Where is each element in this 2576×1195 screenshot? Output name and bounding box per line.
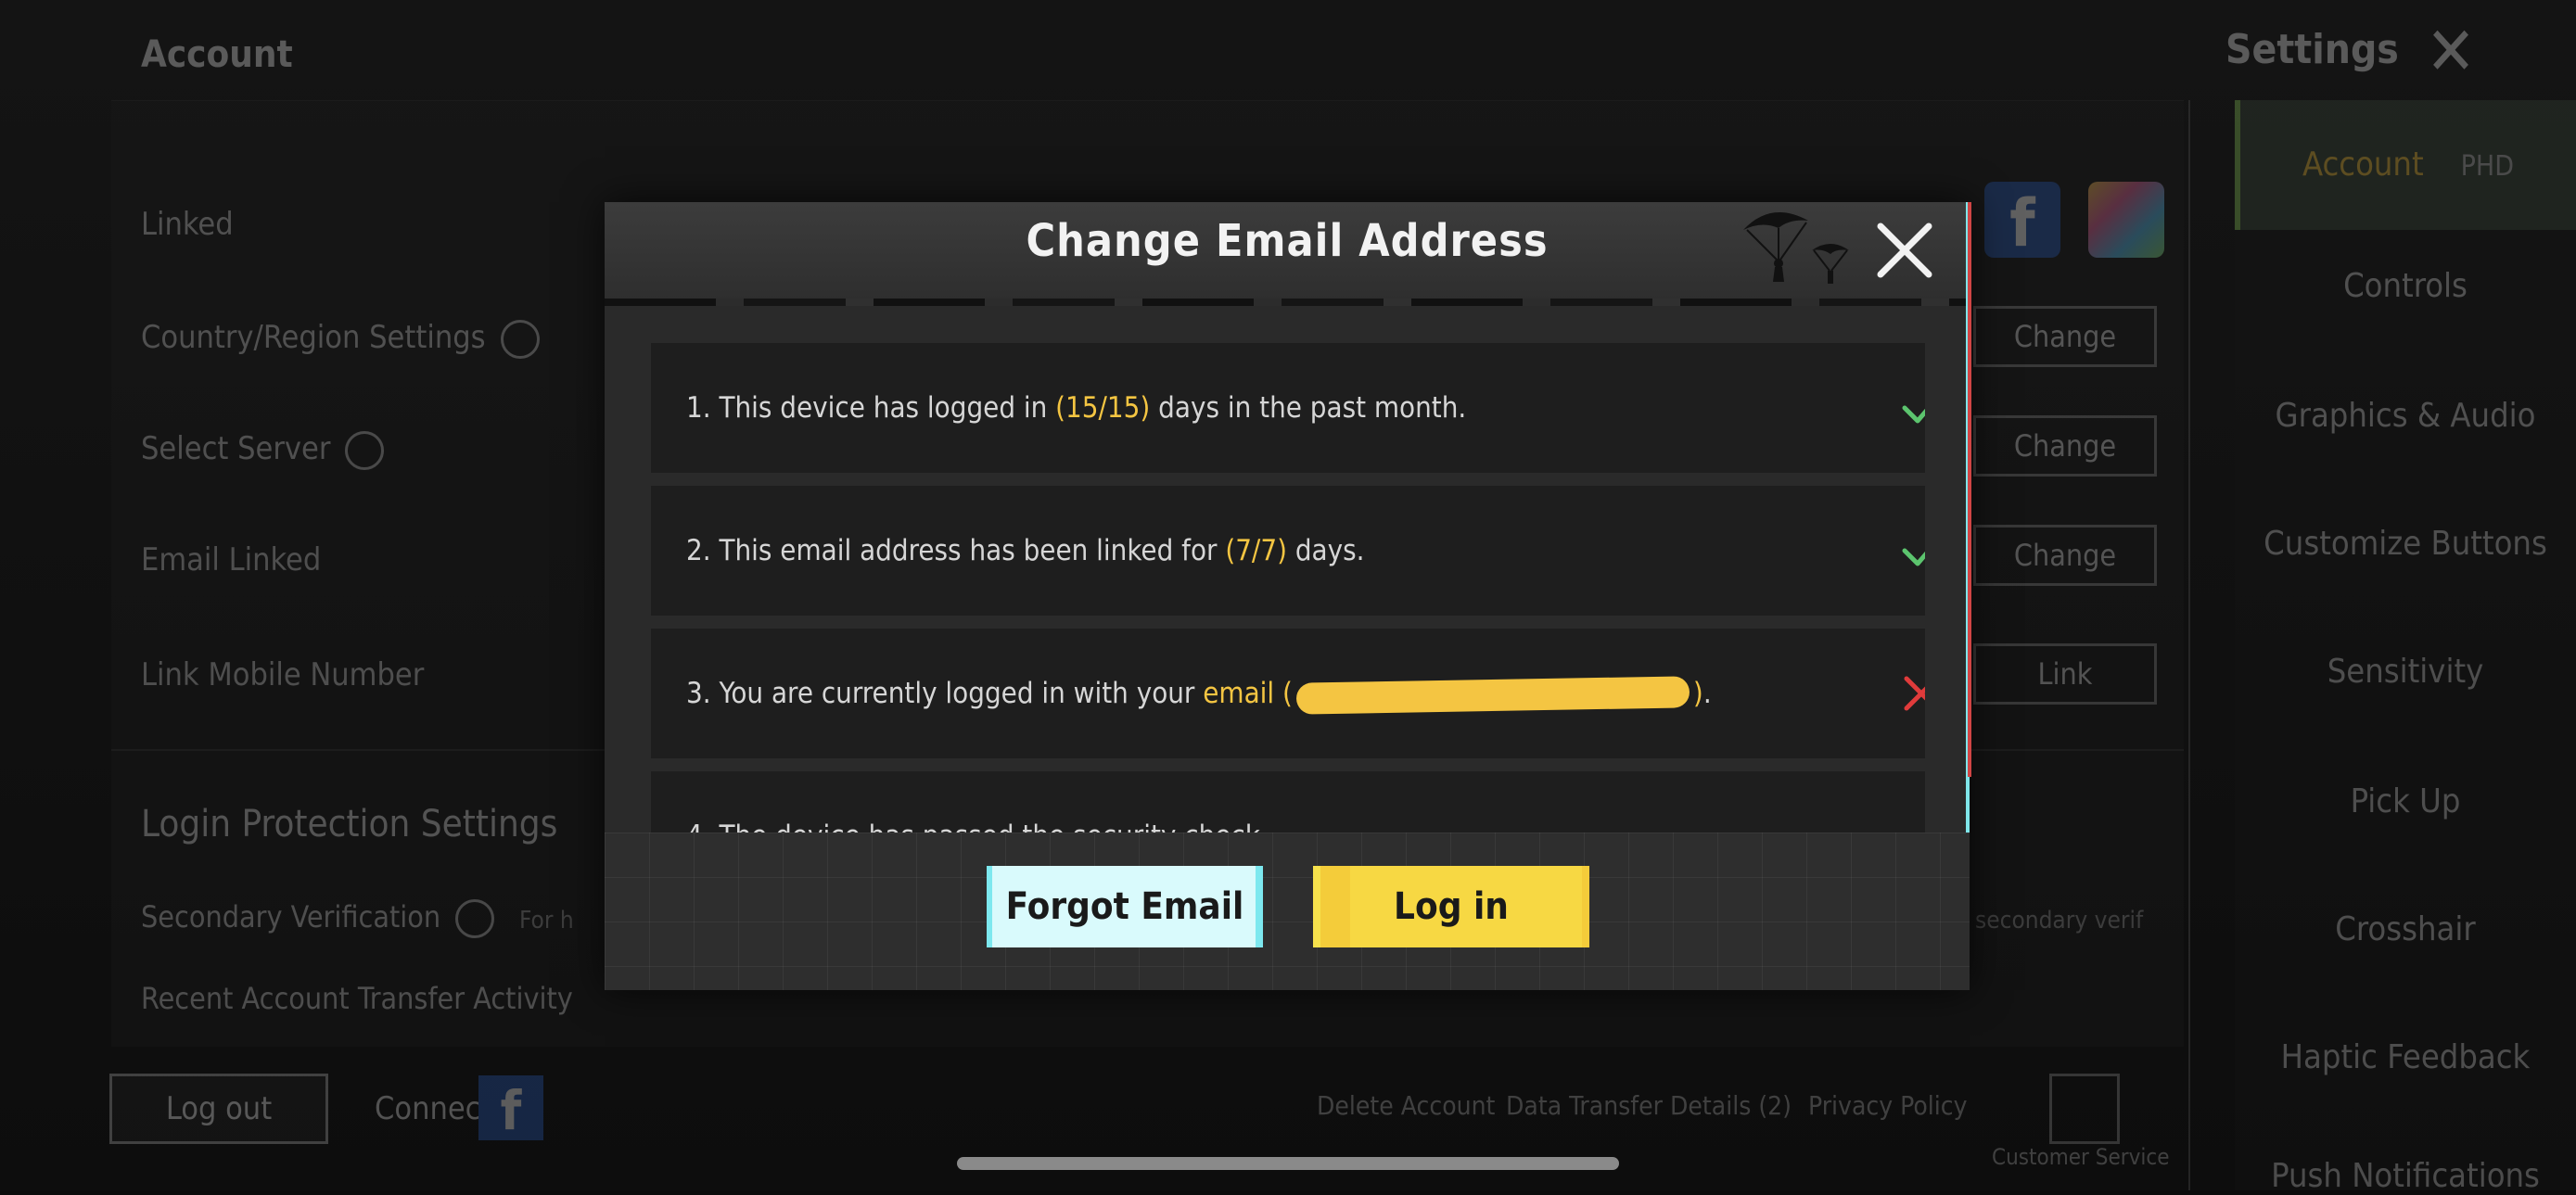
row-mobile: Link Mobile Number: [141, 656, 424, 693]
sidebar-item-sensitivity[interactable]: Sensitivity: [2235, 653, 2576, 691]
privacy-policy-link[interactable]: Privacy Policy: [1808, 1090, 1968, 1121]
requirement-text: 2. This email address has been linked fo…: [686, 486, 1365, 616]
check-icon: [1902, 548, 1925, 566]
requirement-item: 2. This email address has been linked fo…: [651, 486, 1925, 616]
link-button[interactable]: Link: [1973, 643, 2157, 705]
login-button[interactable]: Log in: [1313, 866, 1589, 947]
requirements-list[interactable]: 1. This device has logged in (15/15) day…: [651, 343, 1925, 833]
parachute-icon: [1743, 212, 1849, 284]
row-country: Country/Region Settings: [141, 319, 540, 359]
requirement-prefix: 2. This email address has been linked fo…: [686, 534, 1226, 567]
facebook-connect-icon[interactable]: f: [478, 1075, 543, 1142]
data-transfer-link[interactable]: Data Transfer Details (2): [1506, 1090, 1792, 1121]
settings-close-icon[interactable]: ✕: [2418, 18, 2483, 84]
sidebar-item-customize[interactable]: Customize Buttons: [2235, 525, 2576, 563]
cross-icon: [1904, 676, 1925, 711]
info-icon[interactable]: [455, 899, 495, 938]
dialog-edge-accent-red: [1968, 202, 1971, 777]
settings-title: Settings: [2225, 26, 2399, 73]
label-text: Secondary Verification: [141, 899, 441, 934]
customer-service-label: Customer Service: [1992, 1144, 2170, 1170]
requirement-prefix: 1. This device has logged in: [686, 391, 1056, 425]
redacted-email: [1295, 675, 1690, 715]
sidebar-item-graphics[interactable]: Graphics & Audio: [2235, 397, 2576, 435]
sidebar-item-account[interactable]: Account PHD: [2235, 100, 2576, 230]
row-email: Email Linked: [141, 541, 321, 578]
recent-transfer-label: Recent Account Transfer Activity: [141, 981, 573, 1016]
row-label: Linked: [141, 206, 234, 243]
delete-account-link[interactable]: Delete Account: [1317, 1090, 1495, 1121]
requirement-text: 4. The device has passed the security ch…: [686, 771, 1260, 833]
customer-service-icon[interactable]: [2049, 1074, 2120, 1144]
row-label: Link Mobile Number: [141, 656, 425, 693]
sidebar-item-label: Account: [2302, 146, 2424, 184]
sidebar-divider: [2188, 100, 2190, 1190]
requirement-text: 1. This device has logged in (15/15) day…: [686, 343, 1466, 473]
forgot-email-button[interactable]: Forgot Email: [987, 866, 1263, 947]
info-icon[interactable]: [500, 319, 540, 359]
requirement-highlight-end: ): [1692, 677, 1703, 710]
sidebar-item-controls[interactable]: Controls: [2235, 267, 2576, 305]
row-server: Select Server: [141, 430, 385, 470]
secondary-desc-right: secondary verif: [1975, 907, 2144, 934]
row-label: Select Server: [141, 430, 331, 467]
row-label: Email Linked: [141, 541, 322, 578]
check-icon: [1902, 405, 1925, 424]
connect-label: Connect: [375, 1090, 492, 1127]
secondary-desc: For h: [519, 907, 574, 934]
row-label: Country/Region Settings: [141, 319, 486, 356]
sidebar-badge: PHD: [2460, 150, 2515, 183]
change-button[interactable]: Change: [1973, 306, 2157, 367]
requirement-suffix: days.: [1286, 534, 1365, 567]
dialog-footer: [605, 833, 1970, 990]
logout-button[interactable]: Log out: [109, 1074, 328, 1144]
sidebar-item-push[interactable]: Push Notifications: [2235, 1157, 2576, 1195]
change-button[interactable]: Change: [1973, 525, 2157, 586]
requirement-highlight: (15/15): [1055, 391, 1151, 425]
home-indicator: [957, 1157, 1619, 1170]
sidebar-item-haptic[interactable]: Haptic Feedback: [2235, 1038, 2576, 1076]
game-center-icon[interactable]: [2088, 182, 2164, 258]
requirement-prefix: 4. The device has passed the security ch…: [686, 820, 1260, 833]
row-linked: Linked: [141, 206, 234, 243]
requirement-suffix: days in the past month.: [1150, 391, 1467, 425]
requirement-suffix: .: [1702, 677, 1712, 710]
info-icon[interactable]: [345, 430, 385, 470]
requirement-highlight: email (: [1203, 677, 1293, 710]
sidebar-item-crosshair[interactable]: Crosshair: [2235, 910, 2576, 948]
account-title: Account: [141, 33, 293, 76]
login-protection-title: Login Protection Settings: [141, 803, 558, 845]
requirement-item: 4. The device has passed the security ch…: [651, 771, 1925, 833]
requirement-item: 1. This device has logged in (15/15) day…: [651, 343, 1925, 473]
sidebar-item-pickup[interactable]: Pick Up: [2235, 782, 2576, 820]
change-email-dialog: Change Email Address 1. This device has …: [605, 202, 1971, 990]
requirement-highlight: (7/7): [1225, 534, 1287, 567]
header-brush-stroke: [605, 299, 1970, 306]
requirement-prefix: 3. You are currently logged in with your: [686, 677, 1204, 710]
close-icon[interactable]: [1869, 215, 1940, 286]
settings-sidebar: Account PHD Controls Graphics & Audio Cus…: [2235, 100, 2576, 1195]
requirement-item: 3. You are currently logged in with your…: [651, 629, 1925, 758]
change-button[interactable]: Change: [1973, 415, 2157, 477]
facebook-icon[interactable]: f: [1984, 182, 2060, 261]
requirement-text: 3. You are currently logged in with your…: [686, 629, 1712, 758]
secondary-verification-label: Secondary Verification: [141, 899, 495, 938]
